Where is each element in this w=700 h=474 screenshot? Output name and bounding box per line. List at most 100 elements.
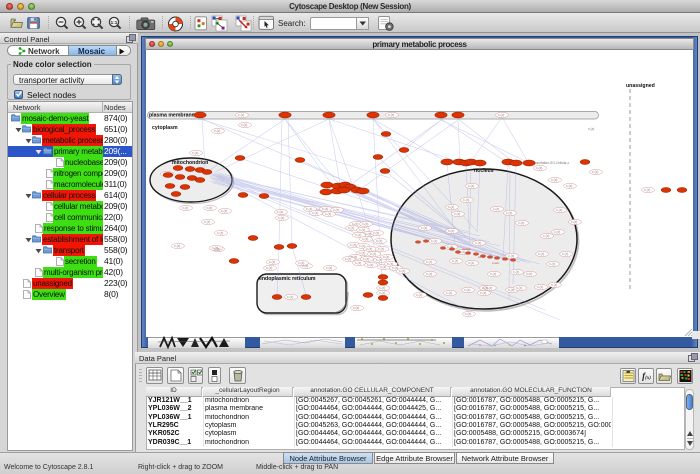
svg-text:xx-xxx: xx-xxx: [462, 247, 471, 251]
svg-text:x-(x): x-(x): [508, 254, 514, 258]
svg-text:x-(x): x-(x): [566, 184, 572, 188]
svg-text:x-(x): x-(x): [212, 246, 218, 250]
svg-text:x-(x): x-(x): [359, 244, 365, 248]
svg-text:endoplasmic reticulum: endoplasmic reticulum: [259, 276, 316, 282]
svg-text:x-(x): x-(x): [571, 220, 577, 224]
svg-text:x-(x): x-(x): [370, 252, 376, 256]
svg-text:x-(x): x-(x): [480, 291, 486, 295]
svg-text:x-(x): x-(x): [362, 222, 368, 226]
svg-text:x-(x): x-(x): [475, 241, 481, 245]
svg-text:x-(x): x-(x): [556, 208, 562, 212]
svg-text:x-(x): x-(x): [551, 283, 557, 287]
svg-text:x-(x): x-(x): [526, 272, 532, 276]
svg-text:x-(x): x-(x): [348, 226, 354, 230]
svg-text:x-(x): x-(x): [554, 230, 560, 234]
svg-text:x-(x): x-(x): [206, 206, 212, 210]
svg-text:x-(x): x-(x): [376, 258, 382, 262]
svg-text:x-(x): x-(x): [379, 291, 385, 295]
svg-text:x-(x): x-(x): [269, 260, 275, 264]
svg-text:x-(x): x-(x): [350, 243, 356, 247]
svg-text:x-(x): x-(x): [312, 211, 318, 215]
svg-text:x-(x): x-(x): [448, 205, 454, 209]
svg-text:x-(x): x-(x): [325, 212, 331, 216]
svg-text:x-(x): x-(x): [538, 252, 544, 256]
svg-text:1:1: 1:1: [111, 20, 118, 25]
svg-text:x-(x): x-(x): [192, 151, 198, 155]
svg-text:x-(x): x-(x): [464, 288, 470, 292]
svg-text:x-(x): x-(x): [513, 270, 519, 274]
svg-text:x-xxx: x-xxx: [492, 261, 499, 265]
svg-text:x-(x): x-(x): [416, 293, 422, 297]
svg-text:x-(x): x-(x): [537, 285, 543, 289]
svg-text:x-(x): x-(x): [448, 229, 454, 233]
svg-text:x-(x): x-(x): [362, 237, 368, 241]
svg-text:x-(x): x-(x): [363, 257, 369, 261]
svg-text:x-(x): x-(x): [516, 286, 522, 290]
svg-text:x-(x): x-(x): [174, 244, 180, 248]
svg-text:x-(x): x-(x): [326, 266, 332, 270]
svg-text:x-(x): x-(x): [421, 226, 427, 230]
svg-text:x-(x): x-(x): [452, 259, 458, 263]
svg-text:x-(x): x-(x): [353, 306, 359, 310]
svg-text:x-(x): x-(x): [508, 288, 514, 292]
svg-text:x-(x): x-(x): [221, 209, 227, 213]
svg-text:x-(x): x-(x): [551, 178, 557, 182]
svg-text:x-(x): x-(x): [383, 255, 389, 259]
svg-text:f(x): f(x): [642, 371, 651, 381]
svg-text:x-(x): x-(x): [498, 113, 504, 117]
svg-text:x-(x): x-(x): [373, 231, 379, 235]
svg-text:x-(x): x-(x): [182, 206, 188, 210]
svg-text:x-(x): x-(x): [486, 286, 492, 290]
svg-text:annotation.GO-Cellular-c: annotation.GO-Cellular-c: [534, 161, 570, 165]
svg-text:nucleus: nucleus: [474, 168, 494, 174]
svg-text:x-(x): x-(x): [366, 247, 372, 251]
svg-text:x-(x): x-(x): [379, 286, 385, 290]
svg-text:x-(x): x-(x): [392, 266, 398, 270]
svg-text:unassigned: unassigned: [626, 83, 655, 89]
svg-text:x-(x): x-(x): [266, 266, 272, 270]
svg-text:cytoplasm: cytoplasm: [152, 125, 178, 131]
svg-text:x-(x): x-(x): [463, 198, 469, 202]
svg-text:x-(x): x-(x): [426, 272, 432, 276]
svg-text:x-(x): x-(x): [278, 216, 284, 220]
svg-text:x-(x): x-(x): [355, 261, 361, 265]
svg-text:x-(x): x-(x): [446, 291, 452, 295]
svg-text:x-(x): x-(x): [378, 247, 384, 251]
svg-text:x-(x): x-(x): [388, 113, 394, 117]
svg-text:x-(x): x-(x): [493, 207, 499, 211]
svg-text:x-(x): x-(x): [380, 265, 386, 269]
svg-text:x-(x): x-(x): [399, 269, 405, 273]
svg-text:x-(x): x-(x): [367, 263, 373, 267]
svg-text:xx-xx: xx-xx: [478, 255, 485, 259]
svg-text:plasma membrane: plasma membrane: [149, 113, 195, 119]
svg-text:x-(x): x-(x): [644, 188, 650, 192]
svg-text:x-(x): x-(x): [322, 207, 328, 211]
svg-text:x-(x): x-(x): [465, 312, 471, 316]
svg-text:x-(x): x-(x): [241, 123, 247, 127]
svg-text:x-(x): x-(x): [426, 260, 432, 264]
svg-text:x-(x): x-(x): [562, 252, 568, 256]
svg-text:x-(x): x-(x): [588, 127, 594, 131]
svg-text:x-(x): x-(x): [518, 221, 524, 225]
svg-text:x-(x): x-(x): [214, 129, 220, 133]
svg-text:x-(x): x-(x): [355, 233, 361, 237]
svg-text:x-(x): x-(x): [376, 239, 382, 243]
svg-text:x-(x): x-(x): [536, 166, 542, 170]
svg-text:x-(x): x-(x): [298, 261, 304, 265]
svg-text:x-(x): x-(x): [549, 262, 555, 266]
svg-text:x-(x): x-(x): [543, 234, 549, 238]
svg-text:x-(x): x-(x): [351, 255, 357, 259]
svg-text:x-(x): x-(x): [468, 261, 474, 265]
svg-text:x-(x): x-(x): [468, 184, 474, 188]
svg-text:x-(x): x-(x): [365, 232, 371, 236]
svg-text:x-(x): x-(x): [345, 257, 351, 261]
svg-text:x-(x): x-(x): [359, 251, 365, 255]
svg-text:x-(x): x-(x): [277, 210, 283, 214]
svg-text:x-(x): x-(x): [204, 220, 210, 224]
svg-text:x-(x): x-(x): [490, 272, 496, 276]
svg-text:x-(x): x-(x): [238, 113, 244, 117]
svg-text:x-(x): x-(x): [333, 208, 339, 212]
svg-text:mitochondrion: mitochondrion: [172, 160, 208, 166]
svg-text:x-(x): x-(x): [506, 211, 512, 215]
svg-text:x-(x): x-(x): [217, 231, 223, 235]
